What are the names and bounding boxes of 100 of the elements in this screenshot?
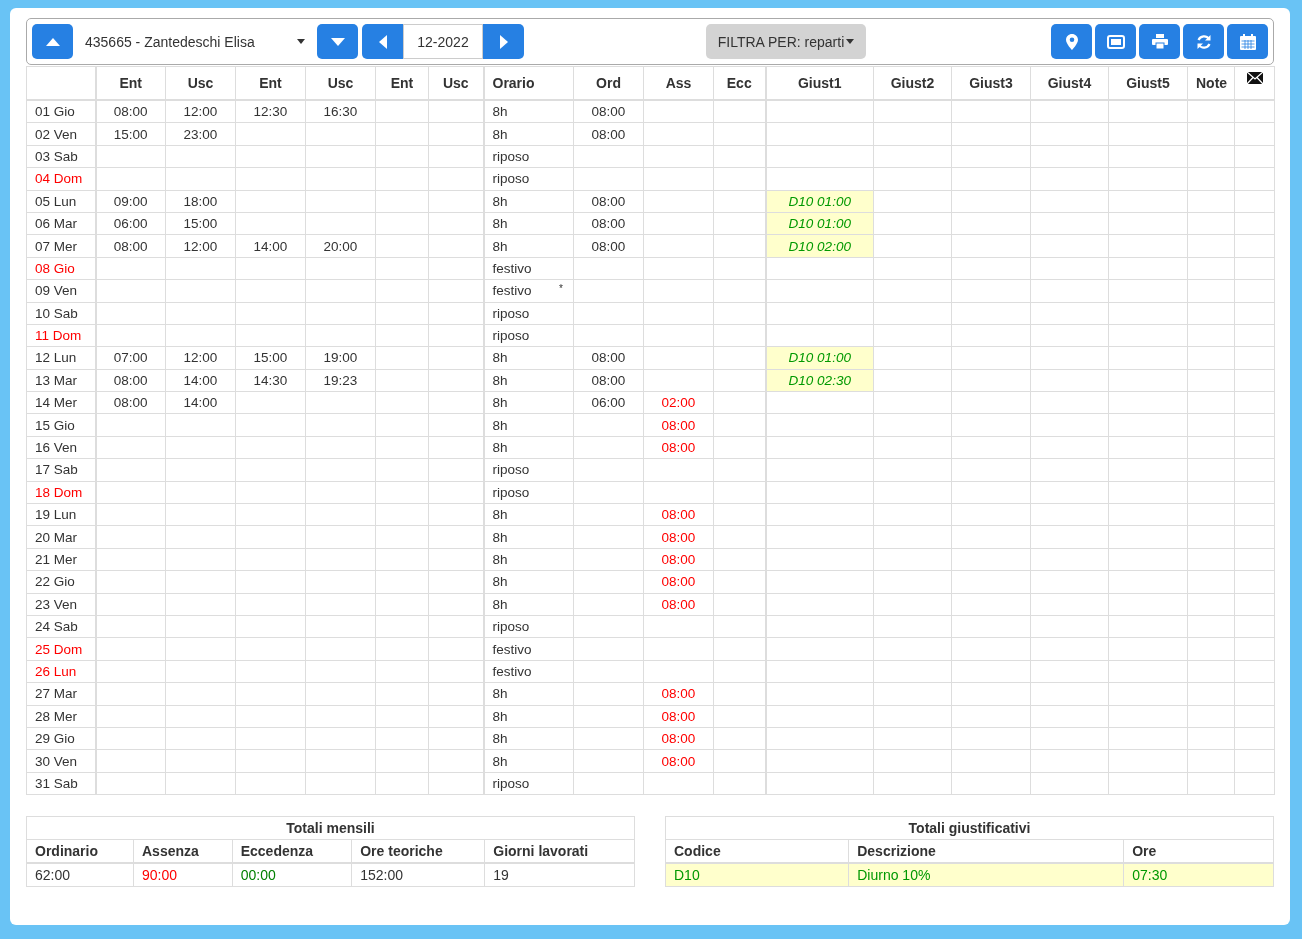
day-cell: 03 Sab [26,145,96,168]
time-cell: 15:00 [235,346,306,370]
absence-hours-cell: 08:00 [643,570,714,594]
day-cell: 25 Dom [26,637,96,661]
refresh-icon [1195,33,1212,50]
ordinary-hours-cell: 06:00 [573,391,644,414]
absence-hours-cell: 08:00 [643,525,714,549]
card-button[interactable] [1095,24,1136,59]
absence-hours-cell: 08:00 [643,503,714,526]
schedule-text: 8h [492,238,508,254]
time-cell: 12:30 [235,100,306,123]
schedule-text: 8h [492,395,508,411]
schedule-text: festivo [492,641,532,657]
time-cell: 14:00 [165,391,236,414]
schedule-text: 8h [492,574,508,590]
filter-dropdown-button[interactable]: FILTRA PER: reparti [705,24,867,59]
ordinary-hours-cell: 08:00 [573,346,644,370]
table-title: Totali giustificativi [665,816,1274,840]
time-cell: 19:00 [305,346,376,370]
caret-up-icon [45,37,60,46]
ordinary-hours-cell: 08:00 [573,369,644,392]
schedule-text: 8h [492,596,508,612]
time-cell: 14:30 [235,369,306,392]
absence-hours-cell: 08:00 [643,593,714,616]
employee-select[interactable]: 435665 - Zantedeschi Elisa [73,24,317,59]
day-cell: 13 Mar [26,369,96,392]
day-cell: 08 Gio [26,257,96,280]
column-header: Eccedenza [232,839,352,864]
next-employee-button[interactable] [317,24,358,59]
justification-cell: D10 02:30 [765,369,874,392]
time-cell: 14:00 [235,234,306,258]
schedule-text: riposo [492,462,530,478]
schedule-text: 8h [492,731,508,747]
ordinary-hours-cell: 08:00 [573,190,644,213]
refresh-button[interactable] [1183,24,1224,59]
day-cell: 24 Sab [26,615,96,638]
previous-employee-button[interactable] [32,24,73,59]
column-header: Usc [428,66,484,100]
time-cell: 20:00 [305,234,376,258]
time-cell: 06:00 [95,212,166,235]
table-title: Totali mensili [26,816,635,840]
day-cell: 14 Mer [26,391,96,414]
schedule-text: riposo [492,775,530,791]
time-cell: 08:00 [95,391,166,414]
asterisk-mark: * [559,283,563,295]
day-cell: 07 Mer [26,234,96,258]
schedule-text: festivo [492,283,532,299]
schedule-text: 8h [492,686,508,702]
schedule-text: 8h [492,440,508,456]
time-cell: 14:00 [165,369,236,392]
day-cell: 19 Lun [26,503,96,526]
printer-icon [1151,34,1168,49]
absence-hours-cell: 08:00 [643,436,714,459]
day-cell: 31 Sab [26,772,96,795]
total-value: 19 [484,863,635,887]
ordinary-hours-cell: 08:00 [573,100,644,123]
day-cell: 22 Gio [26,570,96,594]
justification-cell: D10 01:00 [765,190,874,213]
schedule-text: riposo [492,619,530,635]
column-header: Ore teoriche [351,839,485,864]
caret-left-icon [378,34,387,49]
column-header: Assenza [133,839,233,864]
schedule-text: 8h [492,417,508,433]
total-value: 90:00 [133,863,233,887]
caret-down-icon [846,39,855,44]
table-cell: D10 [665,863,849,887]
total-value: 00:00 [232,863,352,887]
day-cell: 05 Lun [26,190,96,213]
schedule-text: riposo [492,305,530,321]
location-button[interactable] [1051,24,1092,59]
next-month-button[interactable] [483,24,524,59]
time-cell: 16:30 [305,100,376,123]
time-cell: 12:00 [165,346,236,370]
column-header: Note [1187,66,1235,100]
column-header: Giust4 [1030,66,1109,100]
column-header: Usc [165,66,236,100]
day-cell: 29 Gio [26,727,96,750]
justification-cell: D10 01:00 [765,346,874,370]
calendar-button[interactable] [1227,24,1268,59]
schedule-text: 8h [492,708,508,724]
schedule-text: riposo [492,148,530,164]
day-cell: 12 Lun [26,346,96,370]
total-value: 152:00 [351,863,485,887]
absence-hours-cell: 08:00 [643,682,714,706]
caret-down-icon [330,37,345,46]
column-header: Ordinario [26,839,134,864]
day-cell: 27 Mar [26,682,96,706]
caret-down-icon [297,39,305,44]
time-cell: 12:00 [165,100,236,123]
time-cell: 08:00 [95,100,166,123]
schedule-text: 8h [492,507,508,523]
print-button[interactable] [1139,24,1180,59]
absence-hours-cell: 08:00 [643,727,714,750]
day-cell: 16 Ven [26,436,96,459]
time-cell: 19:23 [305,369,376,392]
column-header: Ord [573,66,644,100]
time-cell: 07:00 [95,346,166,370]
total-value: 62:00 [26,863,134,887]
previous-month-button[interactable] [362,24,403,59]
period-field[interactable]: 12-2022 [403,24,483,59]
